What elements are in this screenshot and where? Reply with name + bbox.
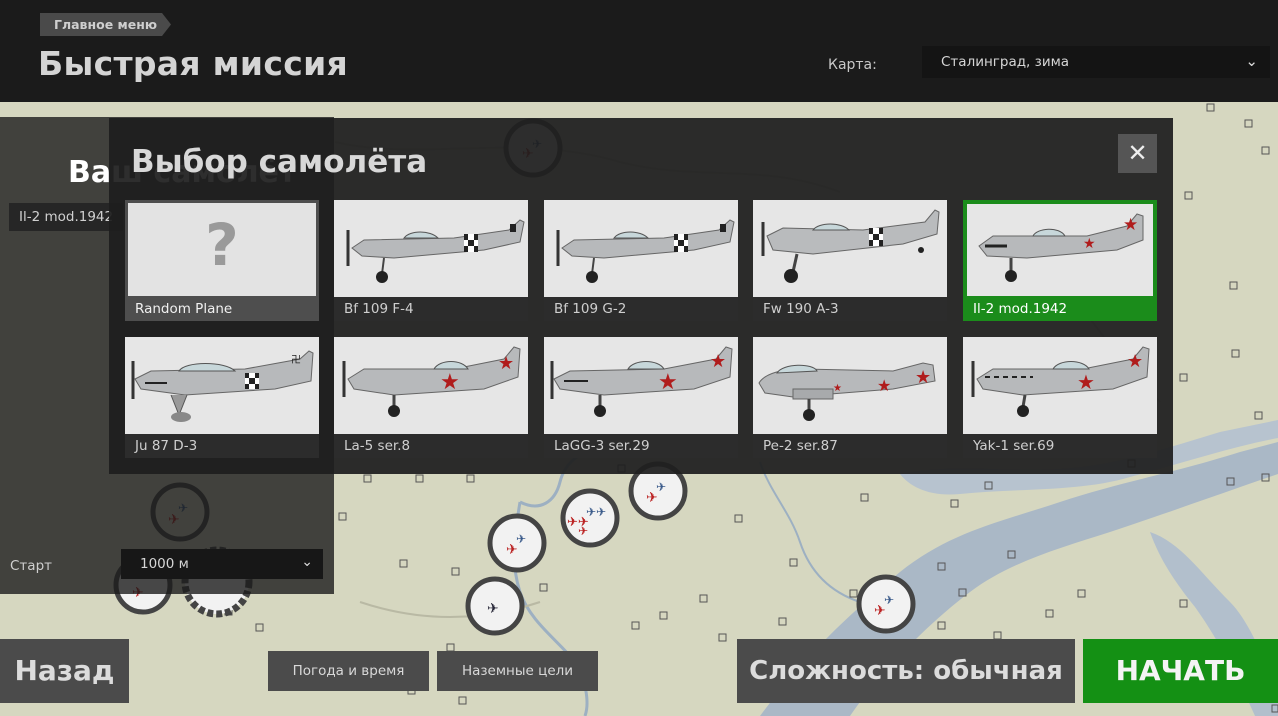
close-button[interactable]: ✕: [1118, 134, 1157, 173]
svg-text:★: ★: [1123, 215, 1138, 235]
difficulty-button[interactable]: Сложность: обычная: [737, 639, 1075, 703]
svg-text:✈: ✈: [487, 601, 499, 617]
close-icon: ✕: [1127, 139, 1148, 167]
plane-image: ★ ★: [334, 337, 528, 434]
airfield-marker[interactable]: ✈: [465, 576, 525, 636]
plane-tile-label: Bf 109 F-4: [344, 301, 414, 317]
top-bar: Главное меню Быстрая миссия Карта: Стали…: [0, 0, 1278, 102]
plane-image: ★ ★: [544, 337, 738, 434]
start-altitude-select[interactable]: 1000 м ⌄: [121, 549, 323, 579]
svg-text:★: ★: [915, 367, 931, 388]
plane-image: ★ ★: [967, 204, 1153, 296]
svg-text:卍: 卍: [291, 354, 301, 366]
plane-tile-il2-1942[interactable]: ★ ★ Il-2 mod.1942: [963, 200, 1157, 321]
airfield-marker[interactable]: ✈ ✈: [487, 513, 547, 573]
plane-tile-label: Random Plane: [135, 301, 233, 317]
map-select[interactable]: Сталинград, зима ⌄: [922, 46, 1270, 78]
svg-text:★: ★: [1127, 351, 1143, 372]
plane-tile-label: Ju 87 D-3: [135, 438, 198, 454]
plane-tile-random[interactable]: ? Random Plane: [125, 200, 319, 321]
svg-text:★: ★: [658, 370, 678, 395]
plane-tile-bf109g2[interactable]: Bf 109 G-2: [544, 200, 738, 321]
svg-text:✈: ✈: [578, 524, 588, 538]
airfield-marker[interactable]: ✈✈ ✈✈ ✈: [560, 488, 620, 548]
plane-image: [753, 200, 947, 297]
plane-image: [544, 200, 738, 297]
plane-tile-pe2[interactable]: ★ ★ ★ Pe-2 ser.87: [753, 337, 947, 458]
start-label: Старт: [10, 558, 52, 574]
svg-text:★: ★: [440, 370, 460, 395]
plane-tile-ju87d3[interactable]: 卍 Ju 87 D-3: [125, 337, 319, 458]
plane-tile-bf109f4[interactable]: Bf 109 F-4: [334, 200, 528, 321]
svg-text:★: ★: [498, 353, 514, 374]
dialog-title: Выбор самолёта: [131, 144, 428, 180]
ground-targets-button[interactable]: Наземные цели: [437, 651, 598, 691]
weather-time-button[interactable]: Погода и время: [268, 651, 429, 691]
svg-text:★: ★: [710, 351, 726, 372]
selected-plane-chip[interactable]: Il-2 mod.1942: [9, 203, 124, 231]
plane-tile-label: Pe-2 ser.87: [763, 438, 838, 454]
plane-tile-fw190a3[interactable]: Fw 190 A-3: [753, 200, 947, 321]
start-altitude-value: 1000 м: [140, 556, 189, 572]
page-title: Быстрая миссия: [38, 44, 348, 83]
plane-tile-label: Fw 190 A-3: [763, 301, 839, 317]
airfield-marker[interactable]: ✈ ✈: [856, 574, 916, 634]
back-button[interactable]: Назад: [0, 639, 129, 703]
map-select-value: Сталинград, зима: [941, 54, 1070, 70]
question-mark-icon: ?: [205, 211, 239, 279]
chevron-down-icon: ⌄: [1245, 52, 1258, 70]
start-button[interactable]: НАЧАТЬ: [1083, 639, 1278, 703]
chevron-down-icon: ⌄: [301, 554, 313, 570]
plane-tile-label: Bf 109 G-2: [554, 301, 627, 317]
svg-text:✈✈: ✈✈: [586, 505, 606, 519]
svg-text:★: ★: [877, 376, 891, 395]
random-plane-image: ?: [128, 203, 316, 296]
plane-image: 卍: [125, 337, 319, 434]
plane-tile-label: Yak-1 ser.69: [973, 438, 1055, 454]
svg-text:✈: ✈: [656, 480, 666, 494]
svg-text:★: ★: [833, 383, 842, 394]
map-label: Карта:: [828, 57, 877, 73]
plane-tile-label: Il-2 mod.1942: [973, 301, 1068, 317]
plane-image: [334, 200, 528, 297]
svg-text:✈: ✈: [884, 593, 894, 607]
plane-image: ★ ★ ★: [753, 337, 947, 434]
plane-image: ★ ★: [963, 337, 1157, 434]
plane-tile-la5[interactable]: ★ ★ La-5 ser.8: [334, 337, 528, 458]
plane-select-dialog: Выбор самолёта ✕ ? Random Plane Bf 109 F…: [109, 118, 1173, 474]
plane-tile-label: La-5 ser.8: [344, 438, 411, 454]
plane-tile-label: LaGG-3 ser.29: [554, 438, 650, 454]
plane-tile-lagg3[interactable]: ★ ★ LaGG-3 ser.29: [544, 337, 738, 458]
svg-text:✈: ✈: [516, 532, 526, 546]
breadcrumb-main-menu[interactable]: Главное меню: [40, 13, 171, 36]
svg-text:★: ★: [1077, 370, 1095, 394]
svg-text:★: ★: [1083, 236, 1096, 252]
plane-tile-yak1[interactable]: ★ ★ Yak-1 ser.69: [963, 337, 1157, 458]
